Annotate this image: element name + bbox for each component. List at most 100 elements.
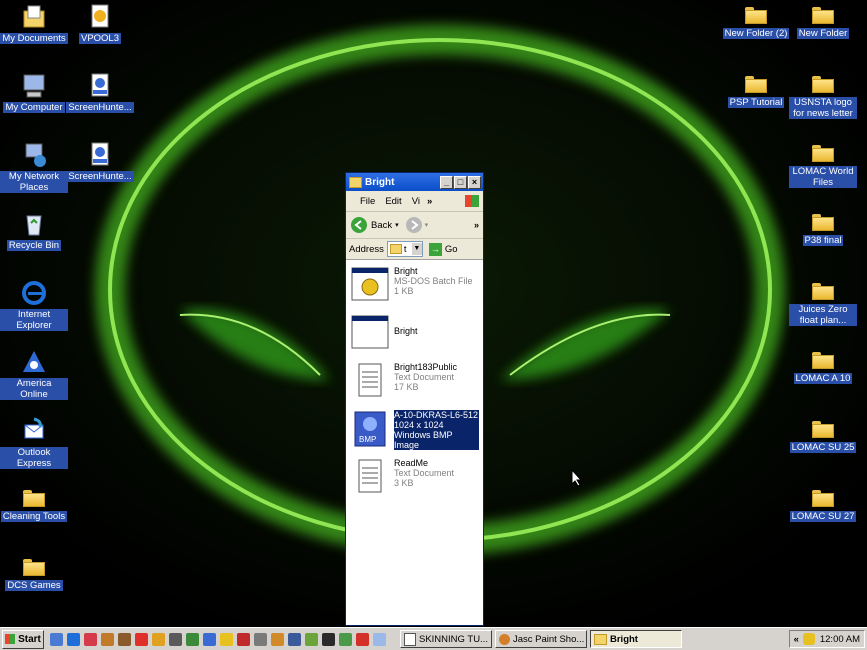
menu-overflow[interactable]: » [425,196,434,207]
batch-file-icon [351,267,389,301]
desktop-icon-screenhunter-1[interactable]: ScreenHunte... [66,72,134,113]
quick-launch-icon[interactable] [169,632,182,646]
desktop-icon-lomac-su25[interactable]: LOMAC SU 25 [789,417,857,453]
desktop-icon-dcs-games[interactable]: DCS Games [0,555,68,591]
folder-icon [23,490,45,507]
jpeg-file-icon [91,142,109,166]
back-arrow-icon [351,217,367,233]
desktop-icon-my-computer[interactable]: My Computer [0,72,68,113]
back-button[interactable]: Back ▾ [350,216,399,234]
chevron-down-icon[interactable]: ▼ [411,243,422,255]
file-details: Bright MS-DOS Batch File 1 KB [394,266,473,296]
maximize-button[interactable]: □ [454,175,467,189]
tray-expand-button[interactable]: « [794,634,799,645]
desktop-icon-juices-zero[interactable]: Juices Zero float plan... [789,279,857,326]
menu-view[interactable]: Vi [407,196,425,207]
paint-shop-icon [499,633,510,645]
toolbar-overflow[interactable]: » [474,220,479,230]
file-size: 3 KB [394,478,414,488]
file-size: 17 KB [394,382,419,392]
file-type: MS-DOS Batch File [394,276,473,286]
desktop-icon-label: My Documents [0,33,68,44]
quick-launch-icon[interactable] [271,632,284,646]
close-button[interactable]: × [468,175,481,189]
address-field[interactable]: t ▼ [386,241,423,257]
quick-launch-icon[interactable] [322,632,335,646]
desktop-icon-america-online[interactable]: America Online [0,348,68,400]
desktop-icon-label: Juices Zero float plan... [789,304,857,326]
menu-edit[interactable]: Edit [380,196,406,207]
taskbar-button[interactable]: Bright [590,630,682,648]
explorer-window[interactable]: Bright _ □ × File Edit Vi » Back ▾ ▾ » A… [345,172,484,626]
vpool-icon [91,4,109,28]
tray-hand-icon[interactable] [802,633,815,645]
file-details: Bright183Public Text Document 17 KB [394,362,457,392]
quick-launch-icon[interactable] [101,632,114,646]
quick-launch-icon[interactable] [356,632,369,646]
desktop-icon-label: USNSTA logo for news letter [789,97,857,119]
go-button[interactable]: → Go [428,242,458,256]
quick-launch-icon[interactable] [84,632,97,646]
windows-logo-icon [5,634,16,644]
file-list: Bright MS-DOS Batch File 1 KB Bright Bri… [346,260,483,512]
folder-icon [594,633,607,645]
desktop-icon-p38-final[interactable]: P38 final [789,210,857,246]
quick-launch-icon[interactable] [305,632,318,646]
dropdown-arrow-icon[interactable]: ▾ [425,221,429,229]
folder-icon [812,214,834,231]
desktop-icon-recycle-bin[interactable]: Recycle Bin [0,210,68,251]
list-item[interactable]: ReadMe Text Document 3 KB [350,458,479,498]
list-item[interactable]: BMP A-10-DKRAS-L6-512 1024 x 1024 Window… [350,410,479,450]
desktop-icon-cleaning-tools[interactable]: Cleaning Tools [0,486,68,522]
quick-launch-icon[interactable] [254,632,267,646]
list-item[interactable]: Bright [350,314,479,354]
minimize-button[interactable]: _ [440,175,453,189]
task-label: Jasc Paint Sho... [513,633,585,645]
desktop-icon-vpool3[interactable]: VPOOL3 [66,3,134,44]
quick-launch-icon[interactable] [186,632,199,646]
quick-launch-icon[interactable] [237,632,250,646]
list-item[interactable]: Bright183Public Text Document 17 KB [350,362,479,402]
quick-launch-icon[interactable] [152,632,165,646]
quick-launch-icon[interactable] [203,632,216,646]
quick-launch-icon[interactable] [67,632,80,646]
desktop-icon-screenhunter-2[interactable]: ScreenHunte... [66,141,134,182]
file-name: Bright183Public [394,362,458,372]
desktop-icon-my-documents[interactable]: My Documents [0,3,68,44]
application-window-icon [351,315,389,349]
quick-launch-icon[interactable] [118,632,131,646]
start-button[interactable]: Start [2,629,44,649]
desktop-icon-internet-explorer[interactable]: Internet Explorer [0,279,68,331]
taskbar-button[interactable]: Jasc Paint Sho... [495,630,587,648]
quick-launch-icon[interactable] [288,632,301,646]
desktop-icon-label: LOMAC SU 25 [789,442,857,453]
dropdown-arrow-icon[interactable]: ▾ [395,221,399,229]
desktop-icon-label: Outlook Express [0,447,68,469]
list-item[interactable]: Bright MS-DOS Batch File 1 KB [350,266,479,306]
clock[interactable]: 12:00 AM [820,634,860,645]
desktop-icon-new-folder[interactable]: New Folder [789,3,857,39]
desktop-icon-lomac-world-files[interactable]: LOMAC World Files [789,141,857,188]
forward-arrow-icon[interactable] [405,216,423,234]
desktop-icon-outlook-express[interactable]: Outlook Express [0,417,68,469]
desktop-icon-new-folder-2[interactable]: New Folder (2) [722,3,790,39]
back-label: Back [371,219,393,231]
system-tray: « 12:00 AM [788,630,865,648]
taskbar-button[interactable]: SKINNING TU... [400,630,492,648]
quick-launch-icon[interactable] [50,632,63,646]
desktop-icon-usnsta-logo[interactable]: USNSTA logo for news letter [789,72,857,119]
my-computer-icon [23,74,45,98]
window-titlebar[interactable]: Bright _ □ × [346,173,483,191]
desktop-icon-my-network-places[interactable]: My Network Places [0,141,68,193]
menu-file[interactable]: File [346,196,380,207]
desktop-icon-lomac-a10[interactable]: LOMAC A 10 [789,348,857,384]
desktop-icon-psp-tutorial[interactable]: PSP Tutorial [722,72,790,108]
folder-icon [745,7,767,24]
file-size: 1 KB [394,286,414,296]
folder-icon [389,244,402,254]
desktop-icon-lomac-su27[interactable]: LOMAC SU 27 [789,486,857,522]
quick-launch-icon[interactable] [135,632,148,646]
quick-launch-icon[interactable] [373,632,386,646]
quick-launch-icon[interactable] [220,632,233,646]
quick-launch-icon[interactable] [339,632,352,646]
